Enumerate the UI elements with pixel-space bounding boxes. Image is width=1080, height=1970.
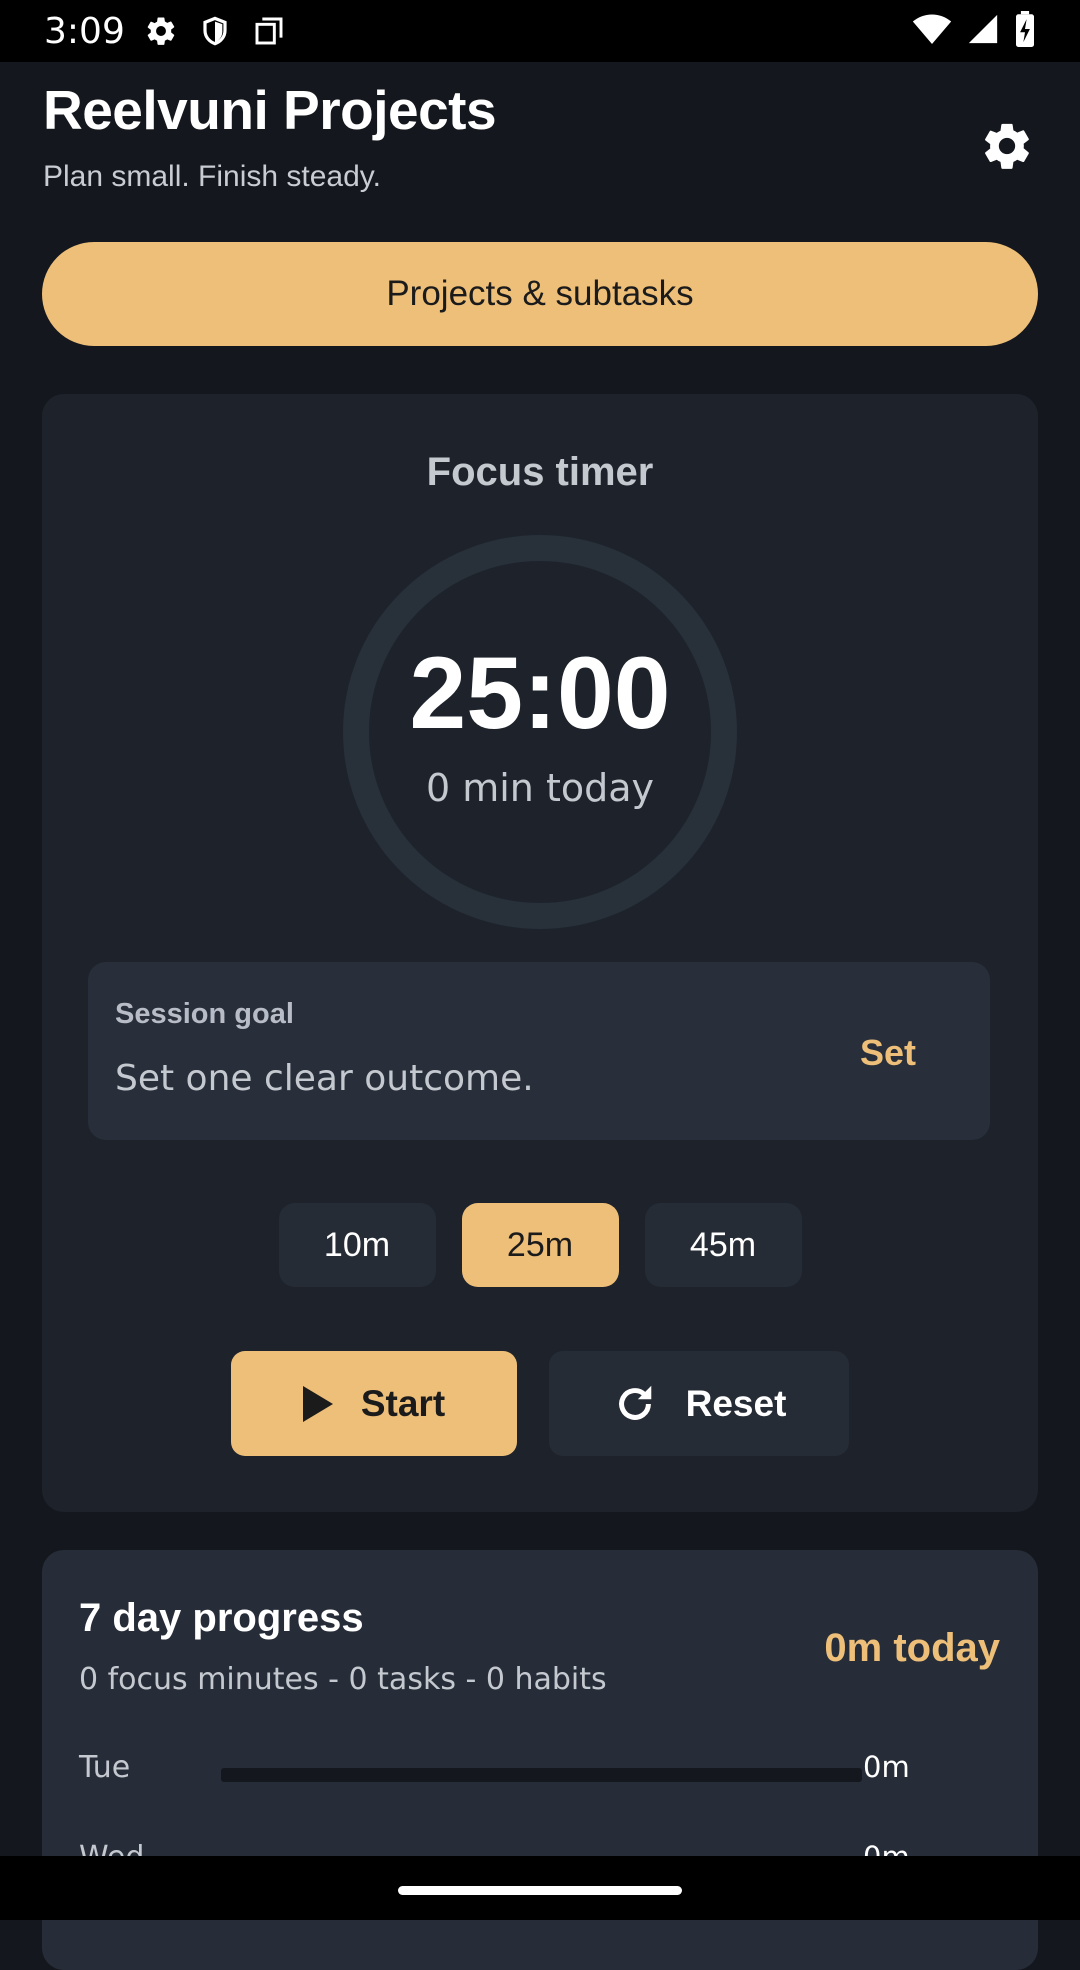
- wifi-icon: [912, 12, 952, 51]
- start-label: Start: [360, 1382, 446, 1424]
- duration-selector: 10m 25m 45m: [42, 1203, 1038, 1287]
- app-header: Reelvuni Projects Plan small. Finish ste…: [43, 78, 1037, 208]
- start-button[interactable]: Start: [231, 1351, 517, 1456]
- status-time: 3:09: [44, 10, 125, 52]
- progress-today: 0m today: [824, 1626, 1000, 1670]
- session-goal-box[interactable]: Session goal Set one clear outcome. Set: [88, 962, 990, 1140]
- reset-button[interactable]: Reset: [549, 1351, 849, 1456]
- focus-timer-card: Focus timer 25:00 0 min today Session go…: [42, 394, 1038, 1512]
- day-label: Tue: [79, 1750, 131, 1785]
- progress-title: 7 day progress: [79, 1596, 364, 1640]
- day-row: Tue 0m: [79, 1750, 979, 1790]
- play-icon: [302, 1385, 333, 1422]
- gear-icon: [141, 11, 181, 51]
- refresh-icon: [618, 1385, 651, 1420]
- settings-gear-icon: [985, 123, 1029, 169]
- settings-button[interactable]: [977, 116, 1037, 176]
- battery-charging-icon: [1014, 10, 1036, 52]
- signal-icon: [966, 12, 1000, 51]
- timer-today-minutes: 0 min today: [425, 766, 655, 810]
- navigation-bar: [0, 1856, 1080, 1920]
- home-gesture-pill[interactable]: [398, 1886, 682, 1895]
- timer-heading: Focus timer: [426, 450, 654, 494]
- duration-chip-45m[interactable]: 45m: [644, 1203, 802, 1287]
- set-goal-button[interactable]: Set: [860, 1032, 916, 1074]
- progress-summary: 0 focus minutes - 0 tasks - 0 habits: [79, 1662, 607, 1697]
- timer-value: 25:00: [409, 636, 671, 750]
- day-value: 0m: [863, 1750, 910, 1784]
- reset-label: Reset: [685, 1382, 787, 1424]
- duration-chip-10m[interactable]: 10m: [278, 1203, 436, 1287]
- session-goal-label: Session goal: [115, 998, 294, 1030]
- duration-chip-25m[interactable]: 25m: [461, 1203, 619, 1287]
- clipboard-icon: [249, 11, 289, 51]
- app-subtitle: Plan small. Finish steady.: [43, 160, 381, 193]
- timer-actions: Start Reset: [42, 1351, 1038, 1456]
- app-title: Reelvuni Projects: [43, 79, 497, 141]
- projects-subtasks-button[interactable]: Projects & subtasks: [42, 242, 1038, 346]
- day-bar: [221, 1768, 862, 1782]
- status-bar: 3:09: [0, 0, 1080, 62]
- shield-icon: [195, 11, 235, 51]
- session-goal-placeholder: Set one clear outcome.: [115, 1058, 534, 1099]
